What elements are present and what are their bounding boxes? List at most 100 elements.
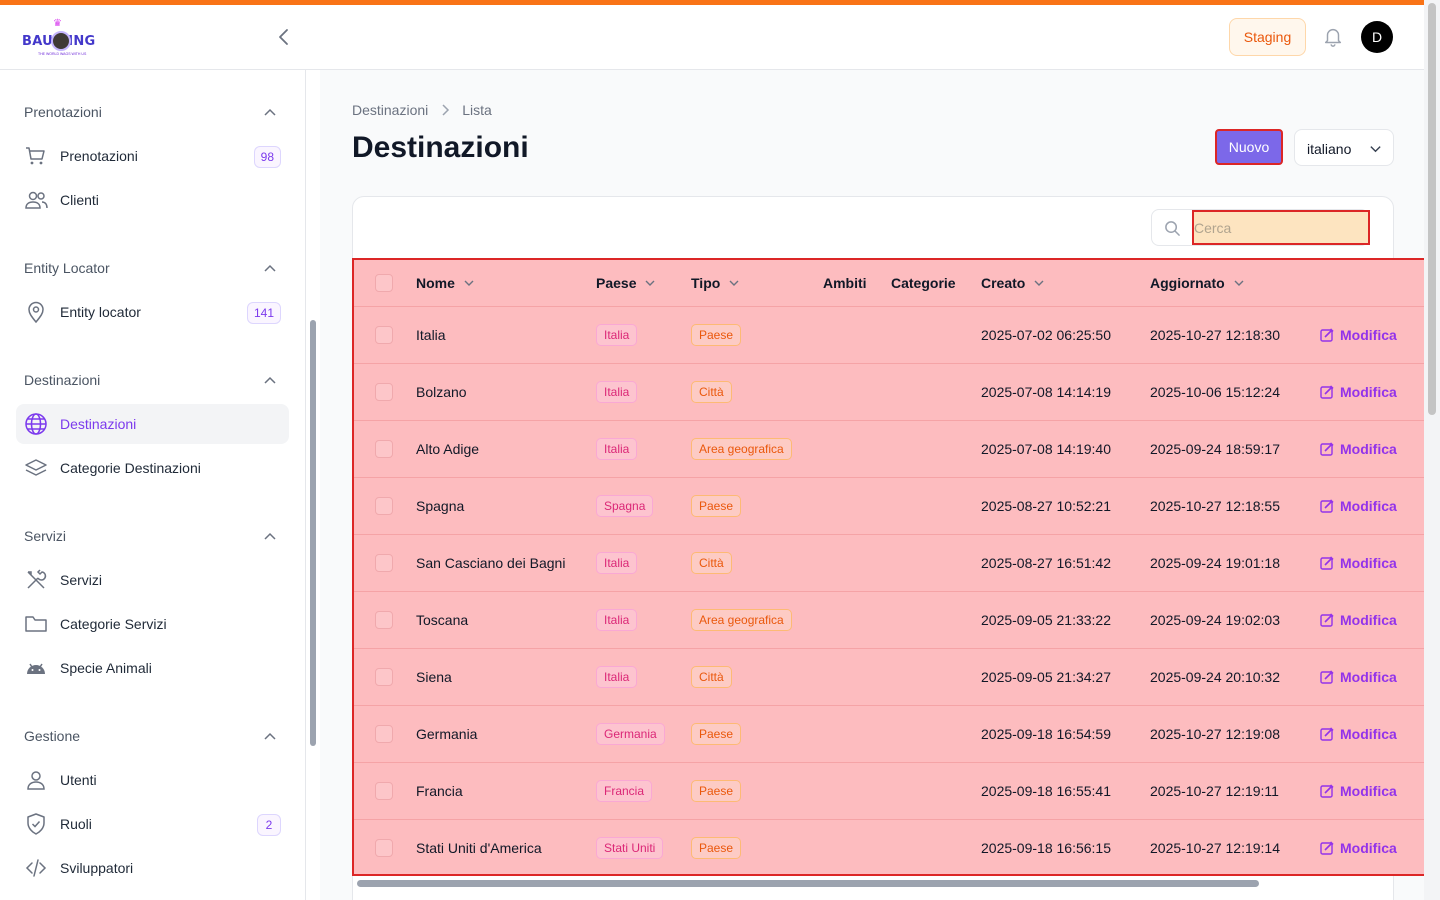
collapse-sidebar-icon[interactable]	[274, 26, 294, 48]
row-checkbox[interactable]	[375, 725, 393, 743]
edit-button[interactable]: Modifica	[1320, 612, 1397, 628]
chevron-up-icon[interactable]	[263, 261, 277, 275]
country-badge: Italia	[596, 552, 638, 574]
row-checkbox[interactable]	[375, 839, 393, 857]
country-badge: Francia	[596, 780, 653, 802]
sidebar-item-label: Servizi	[60, 572, 103, 588]
sidebar-item-label: Utenti	[60, 772, 97, 788]
row-checkbox[interactable]	[375, 497, 393, 515]
cell-aggiornato: 2025-10-27 12:18:55	[1150, 498, 1280, 514]
table-row[interactable]: Spagna Spagna Paese 2025-08-27 10:52:21 2025…	[354, 477, 1424, 534]
sidebar-item-categorie-servizi[interactable]: Categorie Servizi	[16, 604, 289, 644]
country-badge: Italia	[596, 324, 638, 346]
sidebar-item-entity-locator[interactable]: Entity locator 141	[16, 292, 289, 332]
edit-icon	[1320, 784, 1334, 798]
edit-icon	[1320, 442, 1334, 456]
sidebar-item-label: Ruoli	[60, 816, 92, 832]
table-row[interactable]: Germania Germania Paese 2025-09-18 16:54:59…	[354, 705, 1424, 762]
breadcrumb-item-destinazioni[interactable]: Destinazioni	[352, 102, 428, 118]
row-checkbox[interactable]	[375, 383, 393, 401]
sidebar-item-clienti[interactable]: Clienti	[16, 180, 289, 220]
edit-button[interactable]: Modifica	[1320, 327, 1397, 343]
edit-button[interactable]: Modifica	[1320, 384, 1397, 400]
edit-label: Modifica	[1340, 498, 1397, 514]
column-header-label: Ambiti	[823, 275, 867, 291]
row-checkbox[interactable]	[375, 668, 393, 686]
column-header-creato[interactable]: Creato	[981, 275, 1045, 291]
scrollbar-thumb[interactable]	[357, 880, 1259, 887]
table-row[interactable]: Siena Italia Città 2025-09-05 21:34:27 2025-…	[354, 648, 1424, 705]
chevron-up-icon[interactable]	[263, 529, 277, 543]
avatar[interactable]: D	[1361, 21, 1393, 53]
breadcrumb-item-lista: Lista	[462, 102, 492, 118]
app-logo[interactable]: ♛ BAU KING THE WORLD WAGS WITH US	[22, 17, 106, 59]
edit-icon	[1320, 727, 1334, 741]
edit-button[interactable]: Modifica	[1320, 498, 1397, 514]
new-button[interactable]: Nuovo	[1215, 129, 1283, 165]
search-box[interactable]	[1151, 209, 1370, 246]
environment-badge[interactable]: Staging	[1229, 18, 1306, 56]
chevron-right-icon	[442, 104, 450, 116]
chevron-up-icon[interactable]	[263, 729, 277, 743]
code-icon	[25, 859, 47, 877]
sidebar-item-label: Specie Animali	[60, 660, 152, 676]
table-horizontal-scrollbar[interactable]	[352, 876, 1394, 890]
row-checkbox[interactable]	[375, 782, 393, 800]
table-row[interactable]: Bolzano Italia Città 2025-07-08 14:14:19 202…	[354, 363, 1424, 420]
sidebar-item-specie-animali[interactable]: Specie Animali	[16, 648, 289, 688]
sidebar-item-categorie-destinazioni[interactable]: Categorie Destinazioni	[16, 448, 289, 488]
sidebar-item-label: Sviluppatori	[60, 860, 134, 876]
cell-aggiornato: 2025-10-27 12:19:08	[1150, 726, 1280, 742]
sidebar-item-utenti[interactable]: Utenti	[16, 760, 289, 800]
layers-icon	[25, 459, 47, 476]
table-row[interactable]: Alto Adige Italia Area geografica 2025-07-0…	[354, 420, 1424, 477]
table-row[interactable]: Italia Italia Paese 2025-07-02 06:25:50 2025…	[354, 306, 1424, 363]
column-header-tipo[interactable]: Tipo	[691, 275, 740, 291]
edit-button[interactable]: Modifica	[1320, 726, 1397, 742]
sidebar-item-ruoli[interactable]: Ruoli 2	[16, 804, 289, 844]
search-input[interactable]	[1192, 210, 1370, 245]
table-row[interactable]: Toscana Italia Area geografica 2025-09-05 2…	[354, 591, 1424, 648]
select-all-checkbox[interactable]	[375, 274, 393, 292]
bell-icon[interactable]	[1322, 26, 1344, 48]
edit-label: Modifica	[1340, 840, 1397, 856]
sidebar-item-sviluppatori[interactable]: Sviluppatori	[16, 848, 289, 888]
column-header-ambiti: Ambiti	[823, 275, 867, 291]
cell-aggiornato: 2025-10-27 12:18:30	[1150, 327, 1280, 343]
sidebar-item-prenotazioni[interactable]: Prenotazioni 98	[16, 136, 289, 176]
edit-button[interactable]: Modifica	[1320, 555, 1397, 571]
column-header-paese[interactable]: Paese	[596, 275, 656, 291]
edit-icon	[1320, 670, 1334, 684]
row-checkbox[interactable]	[375, 611, 393, 629]
sidebar-scrollbar[interactable]	[310, 320, 316, 746]
edit-button[interactable]: Modifica	[1320, 441, 1397, 457]
edit-button[interactable]: Modifica	[1320, 669, 1397, 685]
sidebar-item-servizi[interactable]: Servizi	[16, 560, 289, 600]
column-header-nome[interactable]: Nome	[416, 275, 475, 291]
cell-nome: Germania	[416, 726, 478, 742]
cell-creato: 2025-08-27 16:51:42	[981, 555, 1111, 571]
cell-creato: 2025-09-18 16:55:41	[981, 783, 1111, 799]
edit-button[interactable]: Modifica	[1320, 840, 1397, 856]
chevron-up-icon[interactable]	[263, 105, 277, 119]
cell-nome: Alto Adige	[416, 441, 480, 457]
column-header-aggiornato[interactable]: Aggiornato	[1150, 275, 1245, 291]
page-vertical-scrollbar[interactable]	[1424, 0, 1440, 900]
edit-label: Modifica	[1340, 726, 1397, 742]
sidebar-item-destinazioni[interactable]: Destinazioni	[16, 404, 289, 444]
type-badge: Città	[691, 552, 732, 574]
edit-icon	[1320, 841, 1334, 855]
table-row[interactable]: Stati Uniti d'America Stati Uniti Paese 202…	[354, 819, 1424, 874]
row-checkbox[interactable]	[375, 326, 393, 344]
table-row[interactable]: Francia Francia Paese 2025-09-18 16:55:41 20…	[354, 762, 1424, 819]
edit-button[interactable]: Modifica	[1320, 783, 1397, 799]
scrollbar-thumb[interactable]	[1428, 3, 1436, 415]
type-badge: Paese	[691, 495, 742, 517]
language-select[interactable]: italiano	[1294, 129, 1394, 166]
breadcrumb: Destinazioni Lista	[352, 102, 492, 118]
row-checkbox[interactable]	[375, 440, 393, 458]
table-row[interactable]: San Casciano dei Bagni Italia Città 2025-08…	[354, 534, 1424, 591]
chevron-up-icon[interactable]	[263, 373, 277, 387]
shield-icon	[27, 813, 45, 835]
row-checkbox[interactable]	[375, 554, 393, 572]
